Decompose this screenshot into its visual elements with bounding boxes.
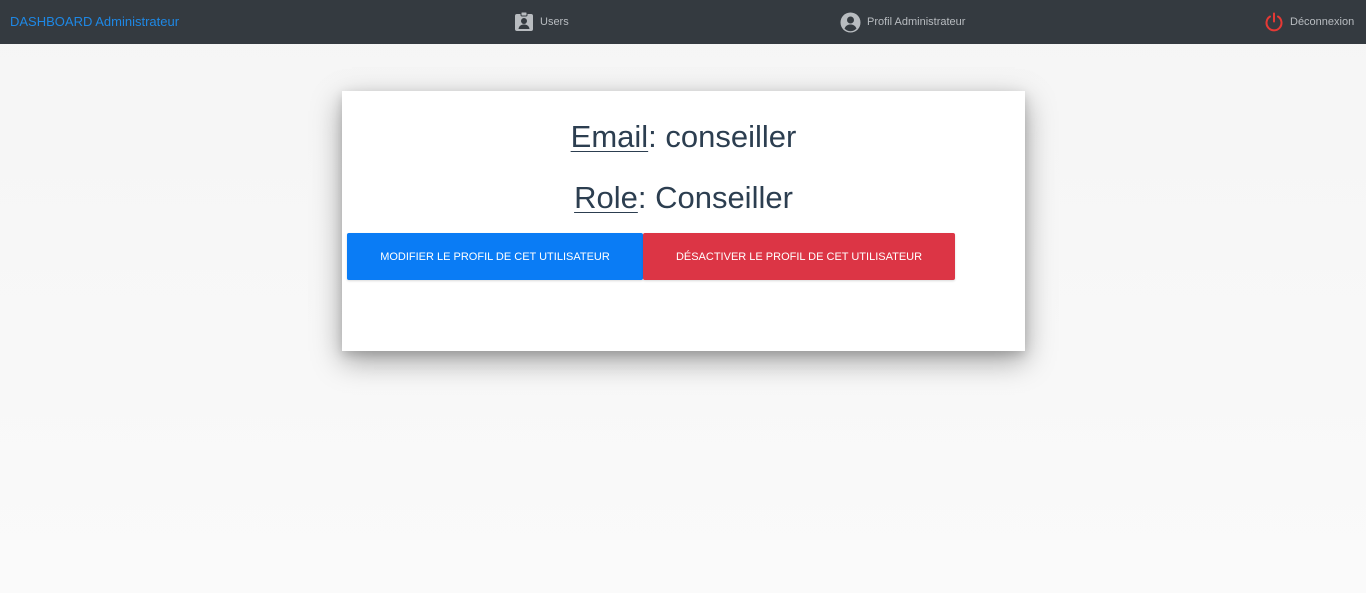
nav-item-profile[interactable]: Profil Administrateur [840,0,965,44]
edit-user-profile-button[interactable]: MODIFIER LE PROFIL DE CET UTILISATEUR [347,233,643,280]
user-badge-icon [514,12,534,32]
top-navbar: DASHBOARD Administrateur Users Profil Ad… [0,0,1366,44]
nav-item-users[interactable]: Users [514,0,569,44]
logout-button[interactable]: Déconnexion [1264,0,1354,44]
power-icon [1264,12,1284,32]
account-circle-icon [840,12,861,33]
dashboard-brand-link[interactable]: DASHBOARD Administrateur [10,14,179,29]
user-profile-card: Email: conseiller Role: Conseiller MODIF… [342,91,1025,351]
deactivate-user-profile-button[interactable]: DÉSACTIVER LE PROFIL DE CET UTILISATEUR [643,233,955,280]
role-row: Role: Conseiller [342,180,1025,216]
email-key-label: Email [570,119,649,154]
email-value: : conseiller [648,119,797,154]
email-row: Email: conseiller [342,119,1025,155]
logout-label: Déconnexion [1290,16,1355,28]
role-key-label: Role [574,180,638,215]
nav-users-label: Users [540,16,569,28]
role-value: : Conseiller [637,180,793,215]
nav-profile-label: Profil Administrateur [867,16,966,28]
